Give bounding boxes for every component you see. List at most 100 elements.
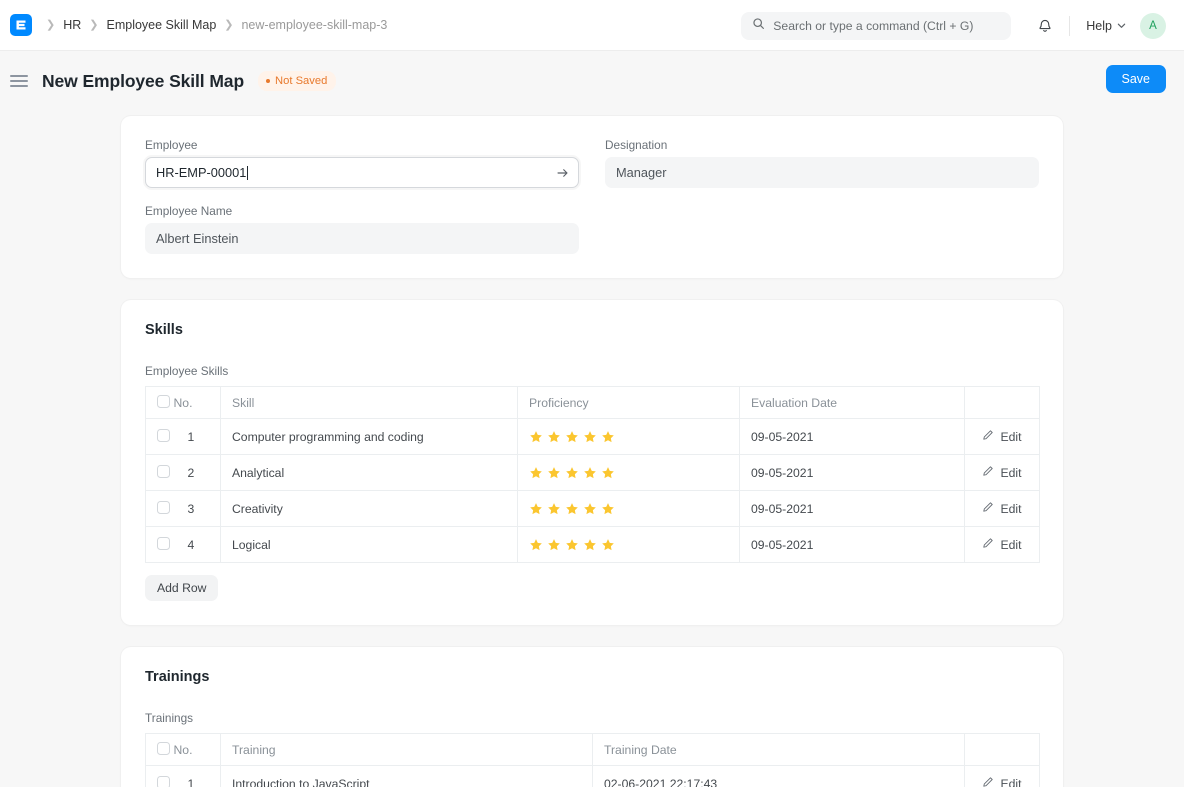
- edit-label: Edit: [1000, 466, 1021, 480]
- breadcrumb-item-employee-skill-map[interactable]: Employee Skill Map: [107, 18, 217, 32]
- status-badge-label: Not Saved: [275, 75, 327, 87]
- breadcrumb-separator: ❯: [89, 20, 98, 31]
- row-checkbox[interactable]: [157, 776, 170, 787]
- navbar-right-group: Help A: [741, 0, 1166, 51]
- edit-label: Edit: [1000, 538, 1021, 552]
- employee-name-input[interactable]: Albert Einstein: [145, 223, 579, 254]
- column-header-training: Training: [221, 734, 593, 766]
- row-select-cell[interactable]: [146, 455, 174, 491]
- skills-add-row-button[interactable]: Add Row: [145, 575, 218, 601]
- designation-value: Manager: [616, 165, 667, 180]
- pencil-icon: [982, 429, 994, 444]
- pencil-icon: [982, 501, 994, 516]
- bell-icon[interactable]: [1037, 18, 1053, 34]
- row-number: 3: [174, 491, 221, 527]
- row-select-cell[interactable]: [146, 419, 174, 455]
- cell-skill[interactable]: Logical: [221, 527, 518, 563]
- star-rating[interactable]: [529, 430, 728, 444]
- cell-proficiency[interactable]: [518, 455, 740, 491]
- erpnext-logo-icon[interactable]: [10, 14, 32, 36]
- hamburger-menu-icon[interactable]: [10, 75, 28, 87]
- designation-field: Designation Manager: [605, 138, 1039, 188]
- edit-cell[interactable]: Edit: [965, 766, 1040, 787]
- breadcrumb-item-current: new-employee-skill-map-3: [241, 18, 387, 32]
- select-all-checkbox[interactable]: [157, 395, 170, 408]
- edit-row-button[interactable]: Edit: [982, 776, 1021, 787]
- designation-input[interactable]: Manager: [605, 157, 1039, 188]
- row-select-cell[interactable]: [146, 766, 174, 787]
- search-icon: [752, 17, 765, 35]
- edit-cell[interactable]: Edit: [965, 419, 1040, 455]
- pencil-icon: [982, 776, 994, 787]
- trainings-label: Trainings: [145, 711, 1039, 725]
- row-select-cell[interactable]: [146, 491, 174, 527]
- select-all-cell: [146, 734, 174, 766]
- cell-training-date[interactable]: 02-06-2021 22:17:43: [593, 766, 965, 787]
- table-row[interactable]: 1Computer programming and coding 09-05-20…: [146, 419, 1040, 455]
- table-header-row: No. Training Training Date: [146, 734, 1040, 766]
- save-button[interactable]: Save: [1106, 65, 1167, 93]
- edit-row-button[interactable]: Edit: [982, 429, 1021, 444]
- search-box[interactable]: [741, 12, 1011, 40]
- employee-name-label: Employee Name: [145, 204, 579, 218]
- cell-evaluation-date[interactable]: 09-05-2021: [740, 455, 965, 491]
- cell-proficiency[interactable]: [518, 419, 740, 455]
- select-all-checkbox[interactable]: [157, 742, 170, 755]
- search-input[interactable]: [773, 19, 1000, 33]
- star-rating[interactable]: [529, 466, 728, 480]
- pencil-icon: [982, 537, 994, 552]
- text-cursor: [247, 166, 248, 180]
- row-checkbox[interactable]: [157, 429, 170, 442]
- cell-skill[interactable]: Creativity: [221, 491, 518, 527]
- employee-details-card: Employee HR-EMP-00001 Employee Name Albe…: [121, 116, 1063, 278]
- star-rating[interactable]: [529, 502, 728, 516]
- help-menu[interactable]: Help: [1086, 19, 1126, 33]
- edit-row-button[interactable]: Edit: [982, 537, 1021, 552]
- page-title: New Employee Skill Map: [42, 71, 244, 92]
- row-checkbox[interactable]: [157, 501, 170, 514]
- edit-label: Edit: [1000, 430, 1021, 444]
- chevron-down-icon: [1117, 19, 1126, 33]
- breadcrumb-item-hr[interactable]: HR: [63, 18, 81, 32]
- edit-cell[interactable]: Edit: [965, 455, 1040, 491]
- cell-training[interactable]: Introduction to JavaScript: [221, 766, 593, 787]
- cell-evaluation-date[interactable]: 09-05-2021: [740, 491, 965, 527]
- row-number: 2: [174, 455, 221, 491]
- cell-evaluation-date[interactable]: 09-05-2021: [740, 527, 965, 563]
- help-label: Help: [1086, 19, 1112, 33]
- row-checkbox[interactable]: [157, 465, 170, 478]
- cell-skill[interactable]: Analytical: [221, 455, 518, 491]
- employee-skills-label: Employee Skills: [145, 364, 1039, 378]
- employee-input[interactable]: HR-EMP-00001: [145, 157, 579, 188]
- table-row[interactable]: 4Logical09-05-2021Edit: [146, 527, 1040, 563]
- table-row[interactable]: 2Analytical 09-05-2021 Edit: [146, 455, 1040, 491]
- cell-proficiency[interactable]: [518, 527, 740, 563]
- cell-skill[interactable]: Computer programming and coding: [221, 419, 518, 455]
- skills-card: Skills Employee Skills No. Skill Profici…: [121, 300, 1063, 625]
- cell-proficiency[interactable]: [518, 491, 740, 527]
- cell-evaluation-date[interactable]: 09-05-2021: [740, 419, 965, 455]
- row-select-cell[interactable]: [146, 527, 174, 563]
- star-rating[interactable]: [529, 538, 728, 552]
- row-number: 1: [174, 419, 221, 455]
- employee-skills-table: No. Skill Proficiency Evaluation Date 1C…: [145, 386, 1040, 563]
- edit-cell[interactable]: Edit: [965, 491, 1040, 527]
- row-checkbox[interactable]: [157, 537, 170, 550]
- trainings-section-title: Trainings: [145, 669, 1039, 685]
- arrow-right-icon[interactable]: [556, 166, 569, 179]
- employee-field: Employee HR-EMP-00001: [145, 138, 579, 188]
- page-header: New Employee Skill Map Not Saved Save: [0, 51, 1184, 111]
- breadcrumb-separator: ❯: [224, 20, 233, 31]
- column-header-training-date: Training Date: [593, 734, 965, 766]
- edit-row-button[interactable]: Edit: [982, 465, 1021, 480]
- edit-row-button[interactable]: Edit: [982, 501, 1021, 516]
- designation-label: Designation: [605, 138, 1039, 152]
- table-header-row: No. Skill Proficiency Evaluation Date: [146, 387, 1040, 419]
- avatar[interactable]: A: [1140, 13, 1166, 39]
- page-scroll-area[interactable]: Employee HR-EMP-00001 Employee Name Albe…: [0, 111, 1184, 787]
- table-row[interactable]: 3Creativity 09-05-2021 Edit: [146, 491, 1040, 527]
- column-header-no: No.: [174, 387, 221, 419]
- column-header-no: No.: [174, 734, 221, 766]
- table-row[interactable]: 1Introduction to JavaScript02-06-2021 22…: [146, 766, 1040, 787]
- edit-cell[interactable]: Edit: [965, 527, 1040, 563]
